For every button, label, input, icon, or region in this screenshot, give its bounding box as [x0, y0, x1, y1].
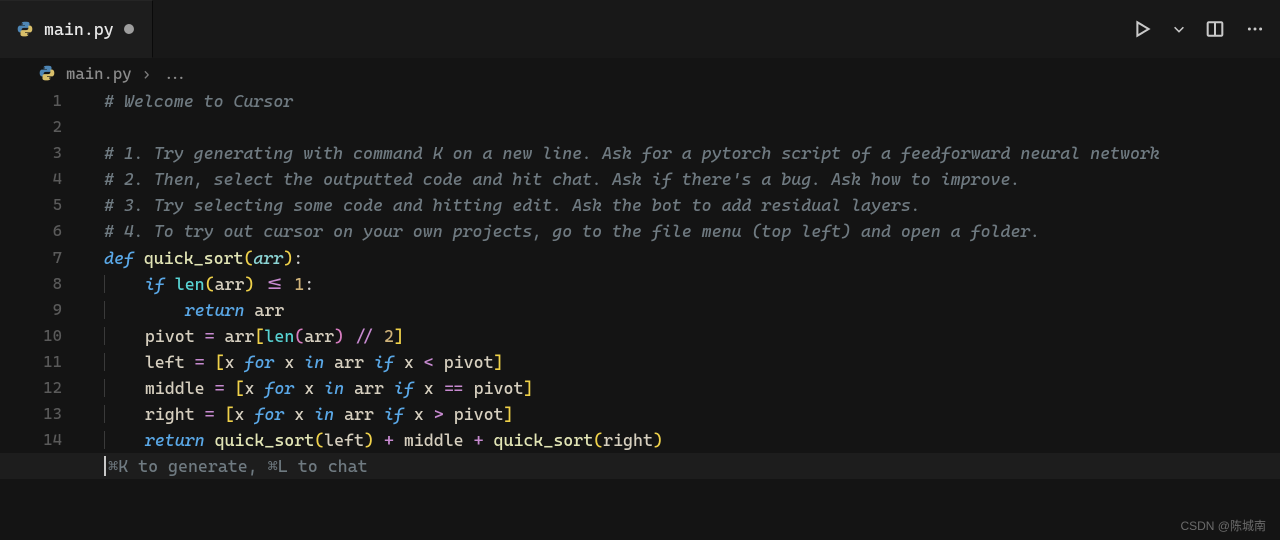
line-number: 6 — [0, 218, 84, 244]
line-number: 7 — [0, 245, 84, 271]
inline-placeholder: ⌘K to generate, ⌘L to chat — [108, 453, 368, 479]
code-line[interactable] — [104, 114, 1280, 140]
run-menu-chevron-icon[interactable] — [1172, 18, 1186, 40]
code-line[interactable]: left = [x for x in arr if x < pivot] — [104, 349, 1280, 375]
code-line[interactable]: # Welcome to Cursor — [104, 88, 1280, 114]
breadcrumb-filename: main.py — [66, 64, 132, 83]
code-line[interactable]: pivot = arr[len(arr) // 2] — [104, 323, 1280, 349]
tab-filename: main.py — [44, 19, 114, 39]
line-number: 5 — [0, 192, 84, 218]
line-number: 3 — [0, 140, 84, 166]
watermark: CSDN @陈城南 — [1180, 517, 1266, 534]
line-number: 13 — [0, 401, 84, 427]
line-number: 2 — [0, 114, 84, 140]
chevron-right-icon: › — [142, 64, 151, 83]
line-number: 8 — [0, 271, 84, 297]
code-line[interactable]: return arr — [104, 297, 1280, 323]
breadcrumb-rest: ... — [161, 64, 189, 83]
code-content[interactable]: # Welcome to Cursor # 1. Try generating … — [104, 88, 1280, 479]
code-line[interactable]: # 3. Try selecting some code and hitting… — [104, 192, 1280, 218]
code-line[interactable]: middle = [x for x in arr if x == pivot] — [104, 375, 1280, 401]
code-editor[interactable]: 123456789101112131415 # Welcome to Curso… — [0, 88, 1280, 540]
breadcrumb[interactable]: main.py › ... — [0, 58, 1280, 88]
code-line[interactable]: def quick_sort(arr): — [104, 245, 1280, 271]
code-line[interactable]: # 1. Try generating with command K on a … — [104, 140, 1280, 166]
tab-bar: main.py — [0, 0, 1280, 58]
code-line[interactable]: right = [x for x in arr if x > pivot] — [104, 401, 1280, 427]
line-number: 4 — [0, 166, 84, 192]
code-line[interactable]: # 2. Then, select the outputted code and… — [104, 166, 1280, 192]
line-number: 11 — [0, 349, 84, 375]
code-line[interactable]: # 4. To try out cursor on your own proje… — [104, 218, 1280, 244]
run-button[interactable] — [1132, 18, 1154, 40]
code-line[interactable]: if len(arr) <= 1: — [104, 271, 1280, 297]
split-editor-button[interactable] — [1204, 18, 1226, 40]
line-number: 10 — [0, 323, 84, 349]
python-file-icon — [16, 20, 34, 38]
tab-dirty-indicator-icon — [124, 24, 134, 34]
line-number: 14 — [0, 427, 84, 453]
code-line[interactable]: return quick_sort(left) + middle + quick… — [104, 427, 1280, 453]
text-cursor — [104, 456, 106, 476]
line-number: 1 — [0, 88, 84, 114]
line-number: 12 — [0, 375, 84, 401]
editor-title-actions — [1132, 0, 1266, 58]
line-number: 9 — [0, 297, 84, 323]
code-line[interactable]: ⌘K to generate, ⌘L to chat — [0, 453, 1280, 479]
more-actions-button[interactable] — [1244, 18, 1266, 40]
python-file-icon — [38, 64, 56, 82]
editor-tab-main[interactable]: main.py — [0, 0, 153, 58]
